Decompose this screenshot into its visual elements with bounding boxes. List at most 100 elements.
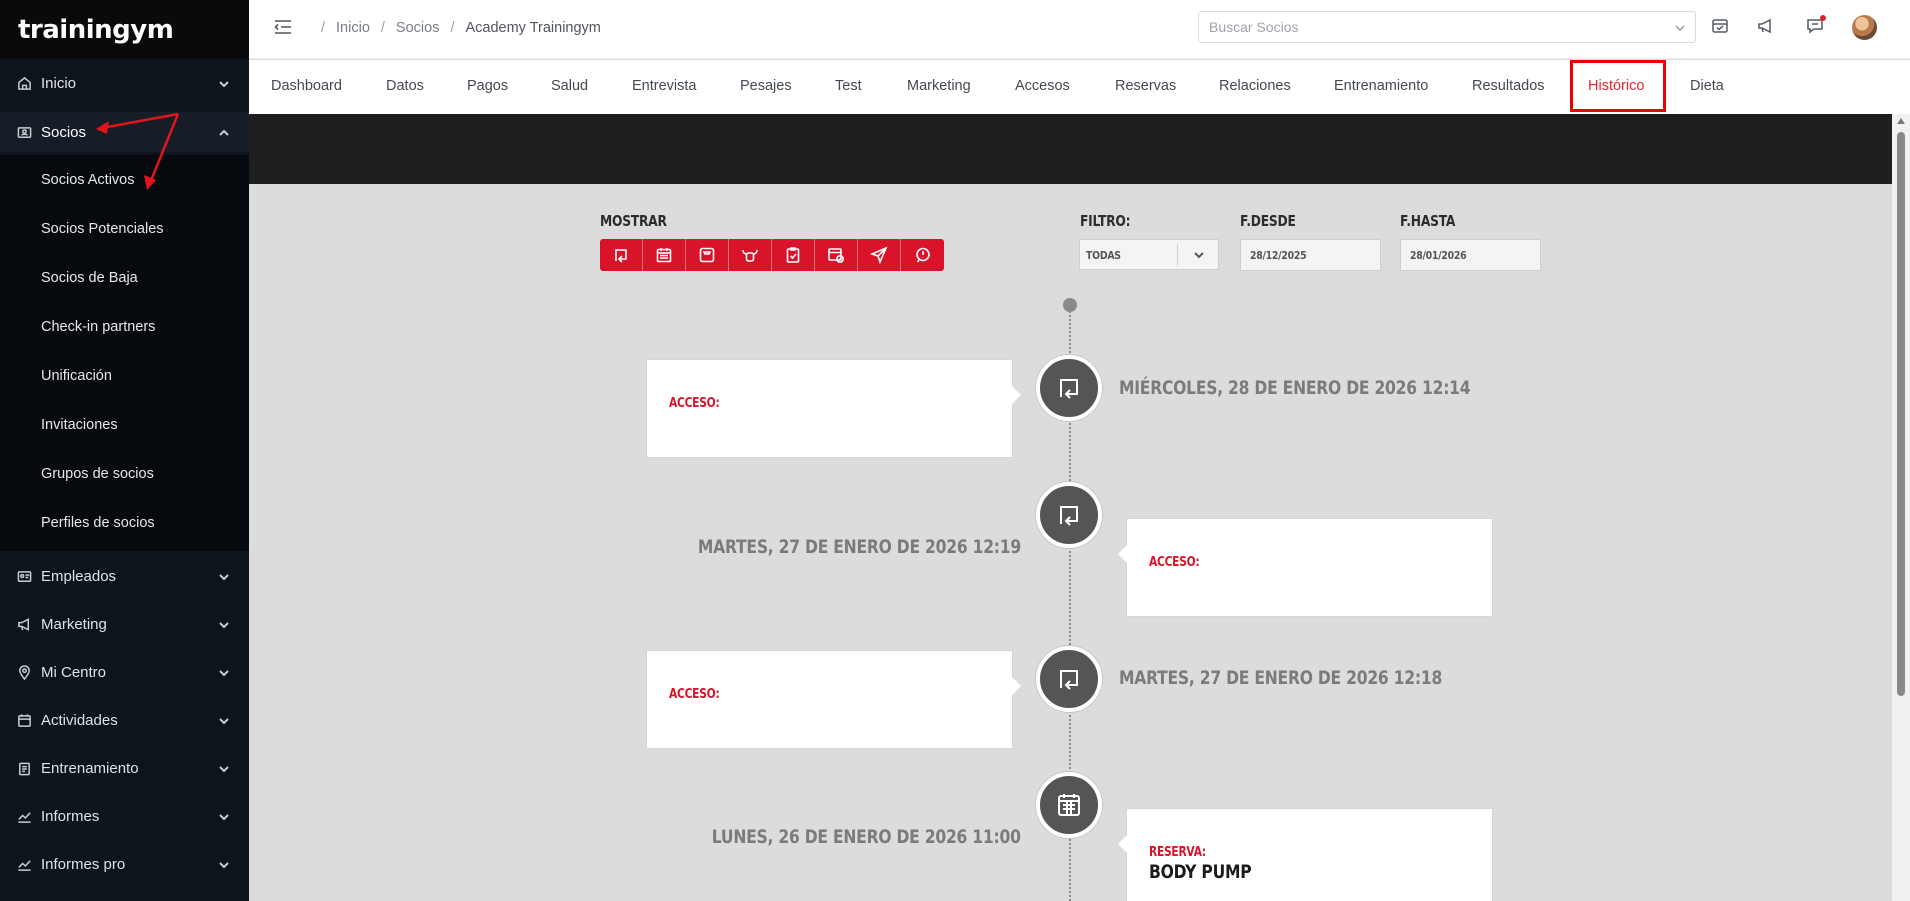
calendar-check-icon[interactable] — [1711, 17, 1731, 37]
tab-historico[interactable]: Histórico — [1588, 78, 1644, 94]
calendar-check-icon[interactable] — [815, 239, 858, 271]
chevron-down-icon — [219, 761, 229, 773]
megaphone-icon[interactable] — [1757, 17, 1777, 37]
breadcrumb-inicio[interactable]: Inicio — [336, 20, 370, 36]
submenu-unificacion[interactable]: Unificación — [41, 368, 112, 384]
submenu-socios-potenciales[interactable]: Socios Potenciales — [41, 221, 164, 237]
chevron-down-icon — [1193, 249, 1205, 261]
tab-resultados[interactable]: Resultados — [1472, 78, 1545, 94]
sidebar-item-label: Mi Centro — [41, 663, 107, 681]
clipboard-check-icon[interactable] — [772, 239, 815, 271]
to-date-label: F.HASTA — [1400, 212, 1456, 230]
tab-entrenamiento[interactable]: Entrenamiento — [1334, 78, 1428, 94]
access-icon[interactable] — [600, 239, 643, 271]
timeline-card[interactable]: ACCESO: — [1118, 518, 1493, 617]
id-card-icon — [16, 568, 32, 584]
timeline-start-dot — [1063, 298, 1077, 312]
sidebar-item-label: Actividades — [41, 711, 118, 729]
sidebar: trainingym Inicio Socios Socios Activos … — [0, 0, 249, 901]
submenu-socios-de-baja[interactable]: Socios de Baja — [41, 270, 138, 286]
to-date-input[interactable]: 28/01/2026 — [1400, 239, 1541, 271]
calendar-icon — [1036, 772, 1102, 838]
menu-collapse-icon[interactable] — [273, 18, 293, 36]
notification-icon[interactable] — [1806, 15, 1826, 37]
tab-pesajes[interactable]: Pesajes — [740, 78, 792, 94]
access-icon — [1036, 482, 1102, 548]
timeline-card[interactable]: ACCESO: — [646, 359, 1021, 458]
sidebar-item-label: Marketing — [41, 615, 107, 633]
trend-chart-icon — [16, 808, 32, 824]
sidebar-item-empleados[interactable]: Empleados — [0, 556, 249, 596]
show-label: MOSTRAR — [600, 212, 667, 230]
search-input[interactable]: Buscar Socios — [1198, 11, 1696, 43]
sidebar-item-informes-pro[interactable]: Informes pro — [0, 844, 249, 884]
timeline-card[interactable]: RESERVA: BODY PUMP — [1118, 808, 1493, 901]
tab-test[interactable]: Test — [835, 78, 862, 94]
megaphone-icon — [16, 616, 32, 632]
submenu-check-in-partners[interactable]: Check-in partners — [41, 319, 155, 335]
tab-entrevista[interactable]: Entrevista — [632, 78, 696, 94]
location-pin-icon — [16, 664, 32, 680]
breadcrumb-socios[interactable]: Socios — [396, 20, 440, 36]
tab-dashboard[interactable]: Dashboard — [271, 78, 342, 94]
submenu-socios-activos[interactable]: Socios Activos — [41, 172, 135, 188]
chevron-up-icon — [219, 125, 229, 136]
access-icon — [1036, 646, 1102, 712]
scale-icon[interactable] — [686, 239, 729, 271]
submenu-invitaciones[interactable]: Invitaciones — [41, 417, 118, 433]
access-icon — [1036, 355, 1102, 421]
sidebar-item-label: Empleados — [41, 567, 117, 585]
chevron-down-icon — [219, 857, 229, 869]
tab-dieta[interactable]: Dieta — [1690, 78, 1724, 94]
trend-chart-icon — [16, 856, 32, 872]
chevron-down-icon — [219, 617, 229, 629]
sidebar-item-mi-centro[interactable]: Mi Centro — [0, 652, 249, 692]
logo[interactable]: trainingym — [0, 0, 249, 59]
send-icon[interactable] — [858, 239, 901, 271]
breadcrumb-current: Academy Trainingym — [465, 20, 601, 36]
chevron-down-icon — [1674, 21, 1686, 33]
sidebar-item-inicio[interactable]: Inicio — [0, 63, 249, 103]
calendar-icon[interactable] — [643, 239, 686, 271]
sidebar-item-informes[interactable]: Informes — [0, 796, 249, 836]
tab-pagos[interactable]: Pagos — [467, 78, 508, 94]
tab-reservas[interactable]: Reservas — [1115, 78, 1176, 94]
members-icon — [16, 124, 32, 140]
sidebar-item-label: Informes — [41, 807, 100, 825]
chevron-down-icon — [219, 665, 229, 677]
submenu-perfiles-de-socios[interactable]: Perfiles de socios — [41, 515, 155, 531]
event-date: MARTES, 27 DE ENERO DE 2026 12:19 — [697, 536, 1021, 558]
filter-select[interactable]: TODAS — [1079, 239, 1219, 270]
from-date-input[interactable]: 28/12/2025 — [1240, 239, 1381, 271]
bull-icon[interactable] — [729, 239, 772, 271]
sidebar-item-label: Socios — [41, 123, 87, 141]
tab-datos[interactable]: Datos — [386, 78, 424, 94]
sidebar-item-entrenamiento[interactable]: Entrenamiento — [0, 748, 249, 788]
submenu-grupos-de-socios[interactable]: Grupos de socios — [41, 466, 154, 482]
sidebar-item-actividades[interactable]: Actividades — [0, 700, 249, 740]
from-date-label: F.DESDE — [1240, 212, 1296, 230]
scroll-up-arrow[interactable] — [1897, 118, 1905, 124]
socios-submenu: Socios Activos Socios Potenciales Socios… — [0, 155, 249, 551]
sidebar-item-socios[interactable]: Socios — [0, 112, 249, 152]
tab-marketing[interactable]: Marketing — [907, 78, 971, 94]
sidebar-item-marketing[interactable]: Marketing — [0, 604, 249, 644]
timeline-card[interactable]: ACCESO: — [646, 650, 1021, 749]
tab-salud[interactable]: Salud — [551, 78, 588, 94]
scrollbar-thumb[interactable] — [1897, 132, 1905, 696]
event-name: BODY PUMP — [1149, 861, 1252, 883]
scrollbar[interactable] — [1892, 114, 1910, 901]
tab-accesos[interactable]: Accesos — [1015, 78, 1070, 94]
event-type: ACCESO: — [669, 687, 720, 702]
clipboard-icon — [16, 760, 32, 776]
tab-bar: Dashboard Datos Pagos Salud Entrevista P… — [249, 60, 1910, 114]
sidebar-item-label: Inicio — [41, 74, 77, 92]
home-icon — [16, 75, 32, 91]
alert-circle-icon[interactable] — [901, 239, 944, 271]
chevron-down-icon — [219, 569, 229, 581]
calendar-icon — [16, 712, 32, 728]
avatar[interactable] — [1852, 15, 1877, 40]
tab-relaciones[interactable]: Relaciones — [1219, 78, 1291, 94]
event-date: MARTES, 27 DE ENERO DE 2026 12:18 — [1119, 667, 1443, 689]
filter-label: FILTRO: — [1080, 212, 1131, 230]
